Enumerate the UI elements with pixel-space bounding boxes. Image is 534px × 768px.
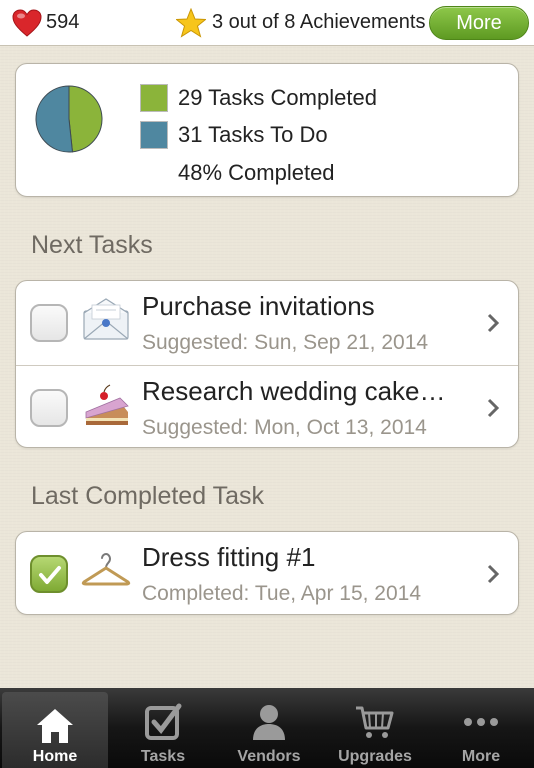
tab-label: Vendors [237,748,301,765]
chevron-right-icon [487,564,500,584]
checkbox-icon [145,703,182,740]
legend-todo: 31 Tasks To Do [140,121,328,149]
top-bar: 594 3 out of 8 Achievements More [0,0,534,46]
star-icon [176,7,206,38]
hearts-count: 594 [46,11,80,33]
pie-slice-completed [68,85,103,153]
more-achievements-button[interactable]: More [429,6,529,40]
tab-more[interactable]: More [428,688,534,768]
tab-bar: Home Tasks Vendors Upgrades More [0,688,534,768]
achievements-text: 3 out of 8 Achievements [212,11,426,33]
envelope-icon [83,298,129,340]
tab-tasks[interactable]: Tasks [110,688,216,768]
task-checkbox[interactable] [30,389,68,427]
hanger-icon [81,552,131,586]
ellipsis-icon [464,718,498,726]
chevron-right-icon [487,398,500,418]
chevron-right-icon [487,313,500,333]
task-checkbox[interactable] [30,304,68,342]
hearts-counter: 594 [12,8,162,37]
task-row[interactable]: Research wedding cake… Suggested: Mon, O… [16,365,518,449]
task-suggested-date: Suggested: Mon, Oct 13, 2014 [142,416,427,439]
todo-swatch [140,121,168,149]
task-title: Dress fitting #1 [142,542,316,572]
completed-swatch [140,84,168,112]
task-completed-date: Completed: Tue, Apr 15, 2014 [142,582,422,605]
todo-label: 31 Tasks To Do [178,122,328,147]
next-tasks-list: Purchase invitations Suggested: Sun, Sep… [15,280,519,448]
last-completed-heading: Last Completed Task [31,482,264,510]
legend-completed: 29 Tasks Completed [140,84,377,112]
task-row[interactable]: Purchase invitations Suggested: Sun, Sep… [16,281,518,365]
last-completed-list: Dress fitting #1 Completed: Tue, Apr 15,… [15,531,519,615]
tab-vendors[interactable]: Vendors [216,688,322,768]
tab-label: Tasks [140,748,186,765]
cake-icon [85,384,129,425]
pie-slice-todo [35,85,73,153]
tab-upgrades[interactable]: Upgrades [322,688,428,768]
tab-label: Upgrades [338,748,412,765]
completed-label: 29 Tasks Completed [178,85,377,110]
next-tasks-heading: Next Tasks [31,231,153,259]
tab-label: More [461,748,501,765]
progress-summary-card: 29 Tasks Completed 31 Tasks To Do 48% Co… [15,63,519,197]
cart-icon [356,706,394,738]
progress-pie-chart [35,85,103,153]
task-title: Purchase invitations [142,291,375,321]
task-row[interactable]: Dress fitting #1 Completed: Tue, Apr 15,… [16,532,518,616]
checkmark-icon [39,566,61,584]
person-icon [253,705,285,740]
task-suggested-date: Suggested: Sun, Sep 21, 2014 [142,331,429,354]
percent-completed: 48% Completed [178,160,335,185]
task-title: Research wedding cake… [142,376,446,406]
task-checkbox-checked[interactable] [30,555,68,593]
tab-label: Home [32,748,78,765]
home-icon [37,709,73,743]
tab-home[interactable]: Home [2,692,108,768]
heart-icon [12,8,42,37]
achievements-summary: 3 out of 8 Achievements [176,7,426,38]
